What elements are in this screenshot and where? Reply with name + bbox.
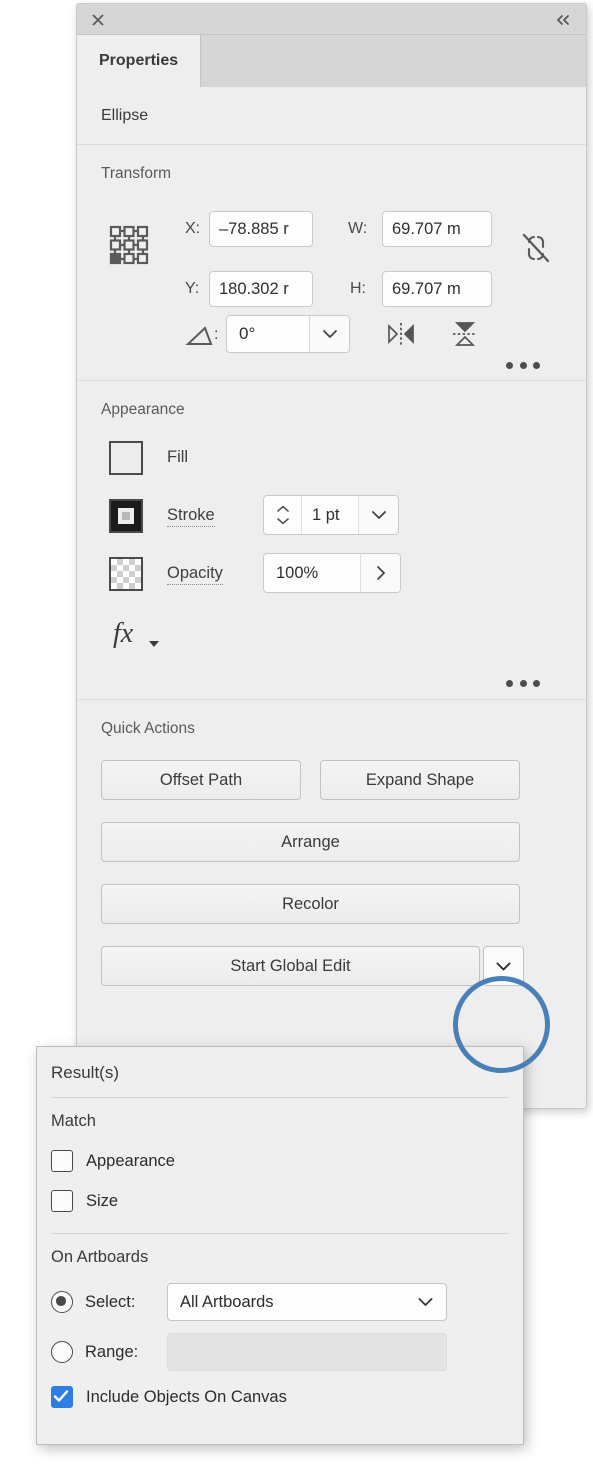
tab-properties-label: Properties [99,52,179,69]
expand-shape-button[interactable]: Expand Shape [320,760,520,800]
artboards-select-dropdown[interactable]: All Artboards [167,1283,447,1321]
chevron-down-icon[interactable] [309,316,349,352]
tab-strip: Properties [77,35,586,87]
opacity-control[interactable]: 100% [263,553,401,593]
stroke-dropdown-chevron-down-icon[interactable] [358,496,398,534]
match-option-size[interactable]: Size [37,1181,523,1221]
arrange-button[interactable]: Arrange [101,822,520,862]
fx-caret-icon[interactable] [149,641,159,647]
broken-link-icon[interactable] [516,227,556,269]
flip-horizontal-icon[interactable] [382,317,420,351]
properties-panel: Properties Ellipse Transform X: –78.885 … [76,3,587,1109]
transform-body: X: –78.885 r Y: 180.302 r W: 69.707 m H:… [101,197,562,372]
y-label: Y: [185,280,200,297]
recolor-label: Recolor [282,894,339,913]
transform-section: Transform X: –78.885 r Y: 180.302 r W: 6… [77,145,586,381]
width-input[interactable]: 69.707 m [382,211,492,247]
height-input[interactable]: 69.707 m [382,271,492,307]
stroke-swatch-icon[interactable] [109,499,143,533]
offset-path-label: Offset Path [159,770,243,789]
angle-value: 0° [239,324,256,343]
start-global-edit-label: Start Global Edit [230,956,351,975]
y-input[interactable]: 180.302 r [209,271,313,307]
select-radio-label: Select: [85,1292,136,1311]
fx-label: fx [113,618,134,649]
expand-shape-label: Expand Shape [365,770,475,789]
quick-actions-section: Quick Actions Offset Path Expand Shape A… [77,700,586,995]
chevron-down-icon [496,962,511,970]
global-edit-options-popup: Result(s) Match Appearance Size On Artbo… [36,1046,524,1445]
global-edit-dropdown-button[interactable] [483,946,524,986]
artboards-range-row[interactable]: Range: [37,1327,523,1377]
offset-path-button[interactable]: Offset Path [101,760,301,800]
artboards-select-row[interactable]: Select: All Artboards [37,1277,523,1327]
selected-object-name: Ellipse [77,87,586,145]
include-objects-checkbox[interactable] [51,1386,73,1408]
arrange-label: Arrange [281,832,340,851]
opacity-checkerboard-icon[interactable] [109,557,143,591]
y-value: 180.302 r [219,279,289,298]
stroke-label[interactable]: Stroke [167,506,215,527]
appearance-title: Appearance [101,401,185,418]
double-chevron-left-icon[interactable] [552,9,576,31]
appearance-checkbox-label: Appearance [86,1151,175,1170]
chevron-down-icon[interactable] [417,1297,434,1308]
tab-strip-filler [201,35,586,87]
appearance-section: Appearance Fill Stroke 1 pt Opacity 100%… [77,381,586,700]
flip-vertical-icon[interactable] [446,317,484,351]
tab-properties[interactable]: Properties [77,35,202,87]
height-label: H: [350,280,366,297]
include-objects-on-canvas-row[interactable]: Include Objects On Canvas [37,1377,523,1417]
stroke-weight-value: 1 pt [312,505,340,524]
range-input[interactable] [167,1333,447,1371]
close-icon[interactable] [87,9,109,31]
effects-fx-icon[interactable]: fx [113,618,133,650]
include-objects-label: Include Objects On Canvas [86,1387,287,1406]
select-radio[interactable] [51,1291,73,1313]
screen-root: Properties Ellipse Transform X: –78.885 … [0,0,593,1484]
panel-titlebar [77,4,586,35]
reference-point-grid-icon[interactable] [109,225,149,265]
angle-input[interactable]: 0° [226,315,350,353]
quick-actions-title: Quick Actions [101,720,195,737]
start-global-edit-button[interactable]: Start Global Edit [101,946,480,986]
fill-swatch-icon[interactable] [109,441,143,475]
range-radio-label: Range: [85,1342,139,1361]
range-radio[interactable] [51,1341,73,1363]
opacity-value: 100% [276,563,319,582]
width-value: 69.707 m [392,219,461,238]
angle-icon [185,325,217,347]
opacity-label[interactable]: Opacity [167,564,223,585]
appearance-checkbox[interactable] [51,1150,73,1172]
quick-actions-body: Offset Path Expand Shape Arrange Recolor… [101,752,562,987]
match-option-appearance[interactable]: Appearance [37,1141,523,1181]
x-value: –78.885 r [219,219,289,238]
stepper-up-down-icon[interactable] [264,496,302,534]
x-label: X: [185,220,201,237]
fill-label: Fill [167,448,189,466]
chevron-right-icon[interactable] [360,554,400,592]
on-artboards-section-label: On Artboards [51,1248,149,1266]
object-name-label: Ellipse [101,106,149,124]
artboards-select-value: All Artboards [180,1292,274,1311]
x-input[interactable]: –78.885 r [209,211,313,247]
recolor-button[interactable]: Recolor [101,884,520,924]
appearance-more-options-icon[interactable] [506,675,540,691]
angle-colon: : [214,326,219,343]
stroke-weight-control[interactable]: 1 pt [263,495,399,535]
match-section-label: Match [51,1112,96,1130]
transform-more-options-icon[interactable] [506,357,540,373]
size-checkbox[interactable] [51,1190,73,1212]
appearance-body: Fill Stroke 1 pt Opacity 100% fx [101,433,562,691]
size-checkbox-label: Size [86,1191,119,1210]
height-value: 69.707 m [392,279,461,298]
popup-title: Result(s) [51,1063,120,1082]
transform-title: Transform [101,165,172,182]
width-label: W: [348,220,368,237]
